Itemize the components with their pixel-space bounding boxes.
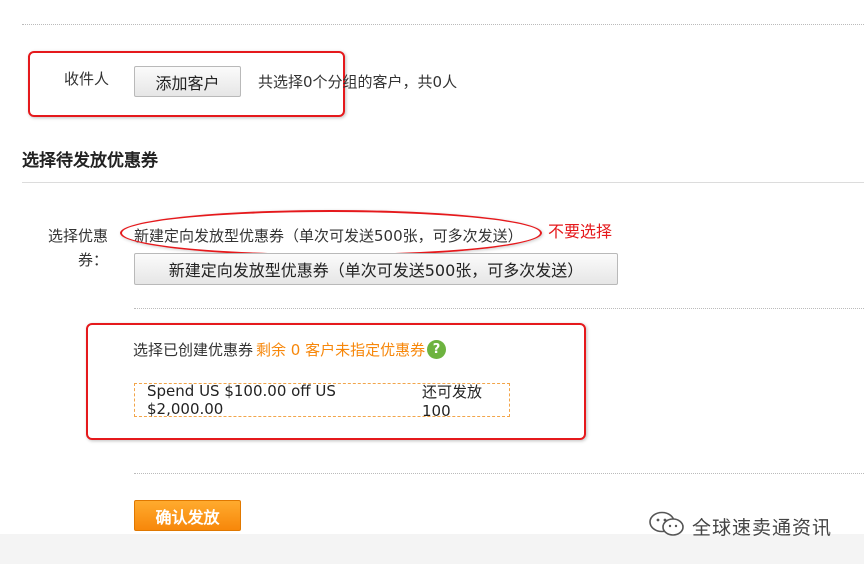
recipient-summary: 共选择0个分组的客户，共0人 — [258, 73, 458, 91]
coupon-option[interactable]: Spend US $100.00 off US $2,000.00 还可发放10… — [134, 382, 510, 420]
coupon-amount: Spend US $100.00 off US $2,000.00 — [147, 382, 336, 418]
coupon-select-label: 选择优惠 券： — [48, 224, 108, 272]
help-icon[interactable]: ? — [427, 340, 446, 359]
section-divider — [22, 182, 864, 183]
remaining-customers-text: 剩余 0 客户未指定优惠券 — [256, 341, 426, 359]
option-highlight-ellipse — [120, 210, 542, 256]
coupon-select-label-line1: 选择优惠 — [48, 227, 109, 245]
section-title: 选择待发放优惠券 — [22, 151, 158, 171]
coupon-remaining: 还可发放100 — [422, 382, 483, 420]
coupon-select-label-line2: 券： — [77, 251, 108, 269]
add-customer-button[interactable]: 添加客户 — [134, 66, 241, 97]
watermark-text: 全球速卖通资讯 — [692, 517, 833, 539]
existing-coupon-label: 选择已创建优惠券 — [133, 341, 254, 359]
recipient-label: 收件人 — [64, 70, 110, 88]
create-targeted-coupon-button[interactable]: 新建定向发放型优惠券（单次可发送500张，可多次发送） — [134, 253, 618, 285]
do-not-select-annotation: 不要选择 — [548, 222, 613, 241]
mid-divider — [134, 308, 864, 309]
top-divider — [22, 24, 864, 25]
wechat-icon — [648, 511, 686, 537]
lower-divider — [134, 473, 864, 474]
confirm-send-button[interactable]: 确认发放 — [134, 500, 241, 531]
